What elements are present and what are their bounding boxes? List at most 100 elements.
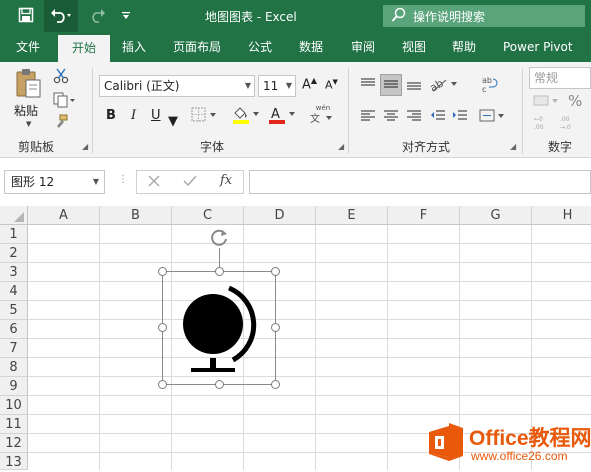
row-header-4[interactable]: 4 [0, 282, 28, 301]
font-size-combo[interactable]: 11 ▼ [258, 75, 296, 97]
row-header-12[interactable]: 12 [0, 434, 28, 453]
number-format-value: 常规 [534, 71, 559, 85]
row-header-8[interactable]: 8 [0, 358, 28, 377]
resize-handle-top-left[interactable] [158, 267, 167, 276]
font-name-combo[interactable]: Calibri (正文) ▼ [99, 75, 255, 97]
cut-button[interactable] [52, 68, 70, 86]
tab-insert[interactable]: 插入 [122, 32, 146, 62]
tell-me-placeholder: 操作说明搜索 [413, 9, 486, 24]
paintbrush-icon [53, 114, 69, 133]
number-format-combo[interactable]: 常规 [529, 67, 591, 89]
paste-label: 粘贴 [14, 104, 39, 118]
borders-icon [191, 107, 219, 126]
name-box-value: 图形 12 [11, 175, 55, 189]
insert-function-button[interactable]: fx [220, 173, 232, 188]
resize-handle-bottom[interactable] [215, 380, 224, 389]
row-header-9[interactable]: 9 [0, 377, 28, 396]
increase-indent-button[interactable] [450, 107, 470, 127]
font-color-button[interactable]: A [266, 105, 300, 127]
tell-me-search[interactable]: 操作说明搜索 [383, 5, 585, 27]
row-header-7[interactable]: 7 [0, 339, 28, 358]
merge-center-button[interactable] [478, 107, 508, 127]
column-header-c[interactable]: C [172, 206, 244, 225]
clipboard-launcher-icon[interactable]: ◢ [82, 142, 88, 151]
resize-handle-right[interactable] [271, 323, 280, 332]
row-header-11[interactable]: 11 [0, 415, 28, 434]
column-header-g[interactable]: G [460, 206, 532, 225]
underline-button[interactable]: U [151, 108, 161, 123]
decrease-indent-button[interactable] [428, 107, 448, 127]
tab-review[interactable]: 审阅 [351, 32, 375, 62]
align-middle-button[interactable] [380, 74, 402, 96]
tab-formulas[interactable]: 公式 [248, 32, 272, 62]
row-header-6[interactable]: 6 [0, 320, 28, 339]
tab-view[interactable]: 视图 [402, 32, 426, 62]
paste-button[interactable] [12, 68, 46, 102]
currency-format-button[interactable] [532, 93, 562, 111]
svg-text:文: 文 [310, 112, 320, 124]
align-right-button[interactable] [404, 107, 424, 127]
column-header-a[interactable]: A [28, 206, 100, 225]
resize-handle-icon[interactable]: ⋮ [118, 174, 128, 185]
bold-button[interactable]: B [106, 108, 116, 123]
column-header-d[interactable]: D [244, 206, 316, 225]
undo-button[interactable] [44, 0, 78, 32]
italic-button[interactable]: I [131, 108, 136, 123]
tab-power-pivot[interactable]: Power Pivot [503, 32, 573, 62]
alignment-launcher-icon[interactable]: ◢ [510, 142, 516, 151]
fill-color-button[interactable] [230, 105, 264, 127]
row-header-3[interactable]: 3 [0, 263, 28, 282]
row-header-1[interactable]: 1 [0, 225, 28, 244]
paste-dropdown-icon[interactable]: ▼ [26, 120, 31, 128]
resize-handle-left[interactable] [158, 323, 167, 332]
wrap-text-button[interactable]: ab c [480, 74, 500, 96]
font-launcher-icon[interactable]: ◢ [338, 142, 344, 151]
customize-quick-access-icon[interactable] [118, 0, 134, 32]
align-top-button[interactable] [358, 74, 378, 96]
resize-handle-bottom-left[interactable] [158, 380, 167, 389]
cancel-icon[interactable] [147, 174, 161, 191]
column-header-h[interactable]: H [532, 206, 591, 225]
redo-icon [88, 7, 110, 26]
decrease-decimal-button[interactable]: .00 →.0 [558, 114, 580, 132]
clipboard-icon [14, 68, 44, 103]
redo-button[interactable] [84, 0, 114, 32]
increase-decimal-button[interactable]: ←0.00 [532, 114, 554, 132]
underline-dropdown-icon[interactable]: ▼ [168, 114, 178, 129]
tab-help[interactable]: 帮助 [452, 32, 476, 62]
resize-handle-top-right[interactable] [271, 267, 280, 276]
column-header-b[interactable]: B [100, 206, 172, 225]
resize-handle-top[interactable] [215, 267, 224, 276]
tab-home[interactable]: 开始 [58, 35, 111, 62]
name-box[interactable]: 图形 12 ▼ [4, 170, 105, 194]
tab-page-layout[interactable]: 页面布局 [173, 32, 221, 62]
align-bottom-button[interactable] [404, 74, 424, 96]
row-header-5[interactable]: 5 [0, 301, 28, 320]
format-painter-button[interactable] [52, 114, 70, 132]
column-header-e[interactable]: E [316, 206, 388, 225]
enter-check-icon[interactable] [183, 174, 197, 191]
row-header-2[interactable]: 2 [0, 244, 28, 263]
globe-shape[interactable] [162, 271, 276, 385]
borders-button[interactable] [190, 106, 220, 126]
align-bottom-icon [406, 77, 422, 94]
select-all-button[interactable] [0, 206, 28, 225]
save-button[interactable] [14, 0, 38, 32]
formula-input[interactable] [249, 170, 591, 194]
column-header-f[interactable]: F [388, 206, 460, 225]
phonetic-guide-button[interactable]: wén 文 [306, 104, 340, 126]
percent-style-button[interactable]: % [568, 92, 582, 110]
row-header-13[interactable]: 13 [0, 453, 28, 470]
orientation-button[interactable]: ab [427, 74, 460, 96]
increase-font-size-icon[interactable]: A▲ [302, 76, 317, 92]
tab-file[interactable]: 文件 [16, 32, 40, 62]
resize-handle-bottom-right[interactable] [271, 380, 280, 389]
font-group-label: 字体 [200, 140, 225, 154]
align-left-button[interactable] [358, 107, 378, 127]
row-header-10[interactable]: 10 [0, 396, 28, 415]
align-center-button[interactable] [381, 107, 401, 127]
rotation-handle[interactable] [208, 226, 230, 248]
tab-data[interactable]: 数据 [299, 32, 323, 62]
decrease-font-size-icon[interactable]: A▼ [325, 78, 338, 92]
copy-button[interactable] [52, 92, 78, 110]
